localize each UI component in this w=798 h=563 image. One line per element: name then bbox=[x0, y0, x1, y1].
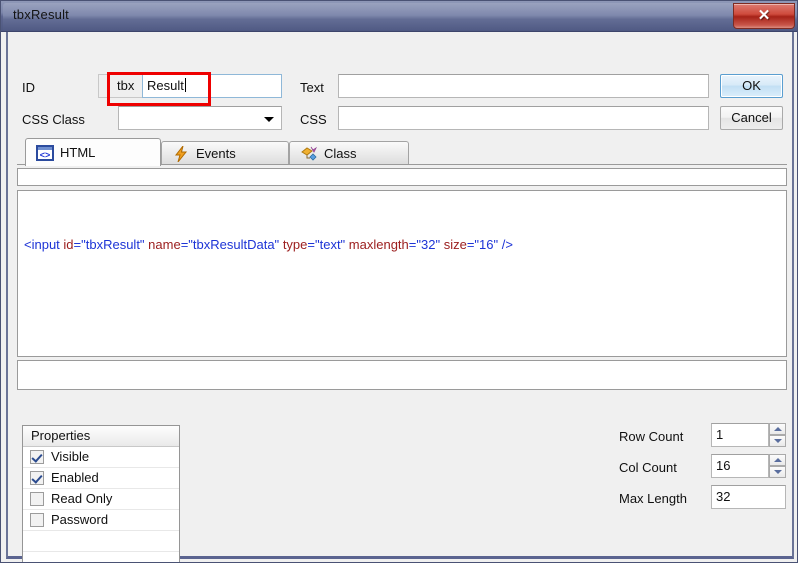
property-row-empty-2 bbox=[23, 552, 179, 562]
code-token-val: "text" bbox=[314, 237, 346, 252]
id-input-value: Result bbox=[147, 78, 184, 93]
checkbox-enabled[interactable] bbox=[30, 471, 44, 485]
text-label: Text bbox=[300, 80, 324, 95]
property-row-visible[interactable]: Visible bbox=[23, 447, 179, 468]
css-class-label: CSS Class bbox=[22, 112, 85, 127]
css-input[interactable] bbox=[338, 106, 709, 130]
id-prefix-label: tbx bbox=[117, 78, 135, 93]
id-input[interactable]: Result bbox=[142, 74, 282, 98]
row-count-label: Row Count bbox=[619, 429, 684, 444]
title-bar: tbxResult ✕ bbox=[1, 1, 797, 32]
html-code-editor[interactable]: <input id="tbxResult" name="tbxResultDat… bbox=[17, 190, 787, 357]
properties-header: Properties bbox=[23, 426, 179, 447]
row-count-input[interactable]: 1 bbox=[711, 423, 769, 447]
code-token-attr: size bbox=[443, 237, 467, 252]
svg-text:<>: <> bbox=[40, 150, 51, 160]
col-count-spinner-down[interactable] bbox=[769, 466, 786, 478]
code-token-attr: name bbox=[148, 237, 181, 252]
property-label-visible: Visible bbox=[51, 449, 90, 464]
checkbox-read-only[interactable] bbox=[30, 492, 44, 506]
triangle-down-icon bbox=[774, 439, 782, 443]
ok-button[interactable]: OK bbox=[720, 74, 783, 98]
property-label-read-only: Read Only bbox=[51, 491, 113, 506]
close-button[interactable]: ✕ bbox=[733, 3, 795, 29]
tab-html-label: HTML bbox=[60, 145, 96, 160]
code-token-val: "16" bbox=[474, 237, 499, 252]
editor-toolbar-strip[interactable] bbox=[17, 168, 787, 186]
code-token-attr: maxlength bbox=[348, 237, 409, 252]
tab-events[interactable]: Events bbox=[161, 141, 289, 165]
tab-strip: <> HTML Events Class bbox=[17, 138, 787, 166]
checkbox-visible[interactable] bbox=[30, 450, 44, 464]
property-label-enabled: Enabled bbox=[51, 470, 99, 485]
lightning-bolt-icon bbox=[172, 145, 190, 163]
text-input[interactable] bbox=[338, 74, 709, 98]
property-row-password[interactable]: Password bbox=[23, 510, 179, 531]
code-token-val: "32" bbox=[416, 237, 441, 252]
max-length-label: Max Length bbox=[619, 491, 687, 506]
title-bar-inner bbox=[3, 3, 797, 30]
text-caret bbox=[184, 78, 186, 92]
property-row-enabled[interactable]: Enabled bbox=[23, 468, 179, 489]
code-line: <input id="tbxResult" name="tbxResultDat… bbox=[24, 237, 513, 253]
code-token-tag: <input bbox=[24, 237, 64, 252]
tab-class-label: Class bbox=[324, 146, 357, 161]
code-token-punct: = bbox=[307, 237, 315, 252]
tab-events-label: Events bbox=[196, 146, 236, 161]
property-row-empty-1 bbox=[23, 531, 179, 552]
triangle-up-icon bbox=[774, 458, 782, 462]
row-count-spinner[interactable] bbox=[769, 423, 786, 447]
property-label-password: Password bbox=[51, 512, 109, 527]
id-label: ID bbox=[22, 80, 35, 95]
code-token-punct: = bbox=[73, 237, 82, 252]
row-count-spinner-up[interactable] bbox=[769, 423, 786, 435]
properties-list[interactable]: Properties Visible Enabled Read Only Pas… bbox=[22, 425, 180, 562]
col-count-spinner-up[interactable] bbox=[769, 454, 786, 466]
code-token-attr: type bbox=[282, 237, 308, 252]
class-diamond-icon bbox=[300, 146, 318, 162]
code-token-val: "tbxResult" bbox=[81, 237, 145, 252]
col-count-spinner[interactable] bbox=[769, 454, 786, 478]
editor-status-strip bbox=[17, 360, 787, 390]
row-count-spinner-down[interactable] bbox=[769, 435, 786, 447]
window-title: tbxResult bbox=[13, 7, 69, 22]
max-length-input[interactable]: 32 bbox=[711, 485, 786, 509]
tab-class[interactable]: Class bbox=[289, 141, 409, 165]
code-token-val: "tbxResultData" bbox=[188, 237, 280, 252]
css-class-combobox[interactable] bbox=[118, 106, 282, 130]
code-window-icon: <> bbox=[36, 145, 54, 161]
element-editor-dialog: tbxResult ✕ ID tbx Result Text CSS Class… bbox=[0, 0, 798, 563]
triangle-up-icon bbox=[774, 427, 782, 431]
dialog-client-area: ID tbx Result Text CSS Class CSS OK Canc… bbox=[6, 32, 794, 562]
code-token-attr: id bbox=[63, 237, 74, 252]
tab-html[interactable]: <> HTML bbox=[25, 138, 161, 166]
chevron-down-icon bbox=[264, 117, 274, 122]
col-count-input[interactable]: 16 bbox=[711, 454, 769, 478]
col-count-label: Col Count bbox=[619, 460, 677, 475]
code-token-tag: /> bbox=[498, 237, 513, 252]
cancel-button[interactable]: Cancel bbox=[720, 106, 783, 130]
triangle-down-icon bbox=[774, 470, 782, 474]
checkbox-password[interactable] bbox=[30, 513, 44, 527]
close-icon: ✕ bbox=[757, 7, 771, 24]
css-label: CSS bbox=[300, 112, 327, 127]
property-row-read-only[interactable]: Read Only bbox=[23, 489, 179, 510]
